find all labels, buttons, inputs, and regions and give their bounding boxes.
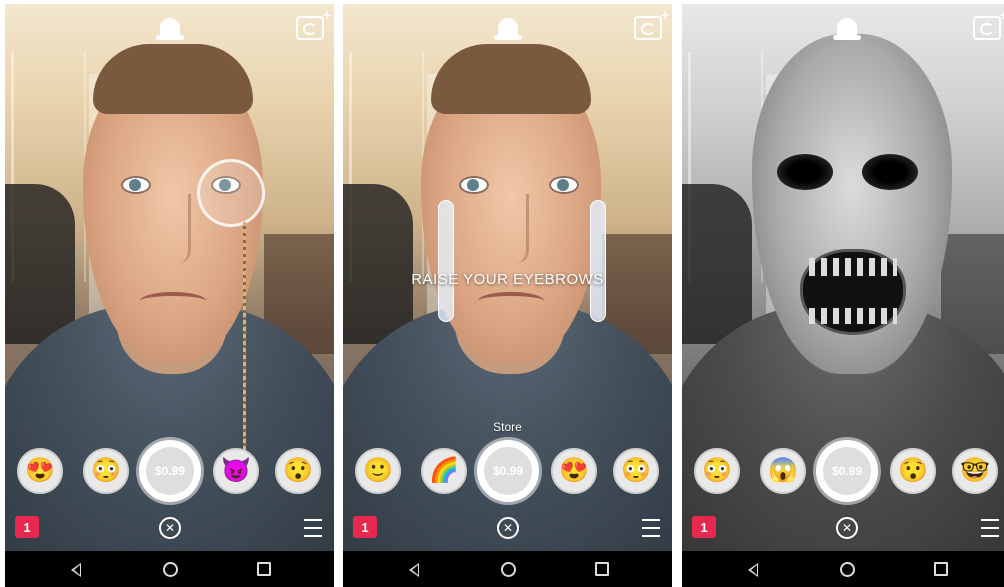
- lens-price-button[interactable]: $0.99: [477, 440, 539, 502]
- notification-badge[interactable]: 1: [15, 516, 39, 538]
- phone-screen-tears: RAISE YOUR EYEBROWS Store 🙂 🌈 $0.99 😍 😳 …: [343, 4, 672, 587]
- recent-apps-icon[interactable]: [257, 562, 271, 576]
- close-icon[interactable]: ✕: [497, 517, 519, 539]
- snapchat-ghost-icon[interactable]: [494, 18, 522, 40]
- android-nav-bar: [5, 551, 334, 587]
- home-icon[interactable]: [501, 562, 516, 577]
- phone-screen-zombie: 😳 😱 $0.99 😯 🤓 1 ✕: [682, 4, 1004, 587]
- notification-badge[interactable]: 1: [353, 516, 377, 538]
- phone-screen-monocle: 😍 😳 $0.99 😈 😯 1 ✕: [5, 4, 334, 587]
- lens-option[interactable]: 😳: [83, 448, 129, 494]
- tear-effect: [590, 200, 606, 322]
- lens-option[interactable]: 😳: [694, 448, 740, 494]
- close-icon[interactable]: ✕: [836, 517, 858, 539]
- price-label: $0.99: [823, 447, 871, 495]
- lens-option[interactable]: 😳: [613, 448, 659, 494]
- recent-apps-icon[interactable]: [934, 562, 948, 576]
- lens-option[interactable]: 🤓: [952, 448, 998, 494]
- store-label[interactable]: Store: [343, 420, 672, 434]
- menu-icon[interactable]: [642, 519, 660, 537]
- tear-effect: [438, 200, 454, 322]
- lens-price-button[interactable]: $0.99: [816, 440, 878, 502]
- recent-apps-icon[interactable]: [595, 562, 609, 576]
- lens-option[interactable]: 🙂: [355, 448, 401, 494]
- snapchat-ghost-icon[interactable]: [156, 18, 184, 40]
- zombie-mouth-effect: [800, 249, 906, 335]
- camera-flip-icon[interactable]: [634, 7, 669, 40]
- lens-instruction: RAISE YOUR EYEBROWS: [411, 271, 604, 288]
- lens-option[interactable]: 😈: [213, 448, 259, 494]
- monocle-chain-effect: [243, 222, 246, 462]
- close-icon[interactable]: ✕: [159, 517, 181, 539]
- lens-option[interactable]: 🌈: [421, 448, 467, 494]
- android-nav-bar: [343, 551, 672, 587]
- lens-option[interactable]: 😯: [890, 448, 936, 494]
- back-icon[interactable]: [71, 563, 81, 577]
- back-icon[interactable]: [409, 563, 419, 577]
- lens-option[interactable]: 😍: [17, 448, 63, 494]
- monocle-effect: [197, 159, 265, 227]
- home-icon[interactable]: [163, 562, 178, 577]
- lens-price-button[interactable]: $0.99: [139, 440, 201, 502]
- back-icon[interactable]: [748, 563, 758, 577]
- menu-icon[interactable]: [304, 519, 322, 537]
- menu-icon[interactable]: [981, 519, 999, 537]
- price-label: $0.99: [484, 447, 532, 495]
- notification-badge[interactable]: 1: [692, 516, 716, 538]
- snapchat-ghost-icon[interactable]: [833, 18, 861, 40]
- price-label: $0.99: [146, 447, 194, 495]
- android-nav-bar: [682, 551, 1004, 587]
- camera-flip-icon[interactable]: [296, 7, 331, 40]
- lens-option[interactable]: 😯: [275, 448, 321, 494]
- lens-option[interactable]: 😱: [760, 448, 806, 494]
- camera-flip-icon[interactable]: [973, 7, 1004, 40]
- home-icon[interactable]: [840, 562, 855, 577]
- lens-option[interactable]: 😍: [551, 448, 597, 494]
